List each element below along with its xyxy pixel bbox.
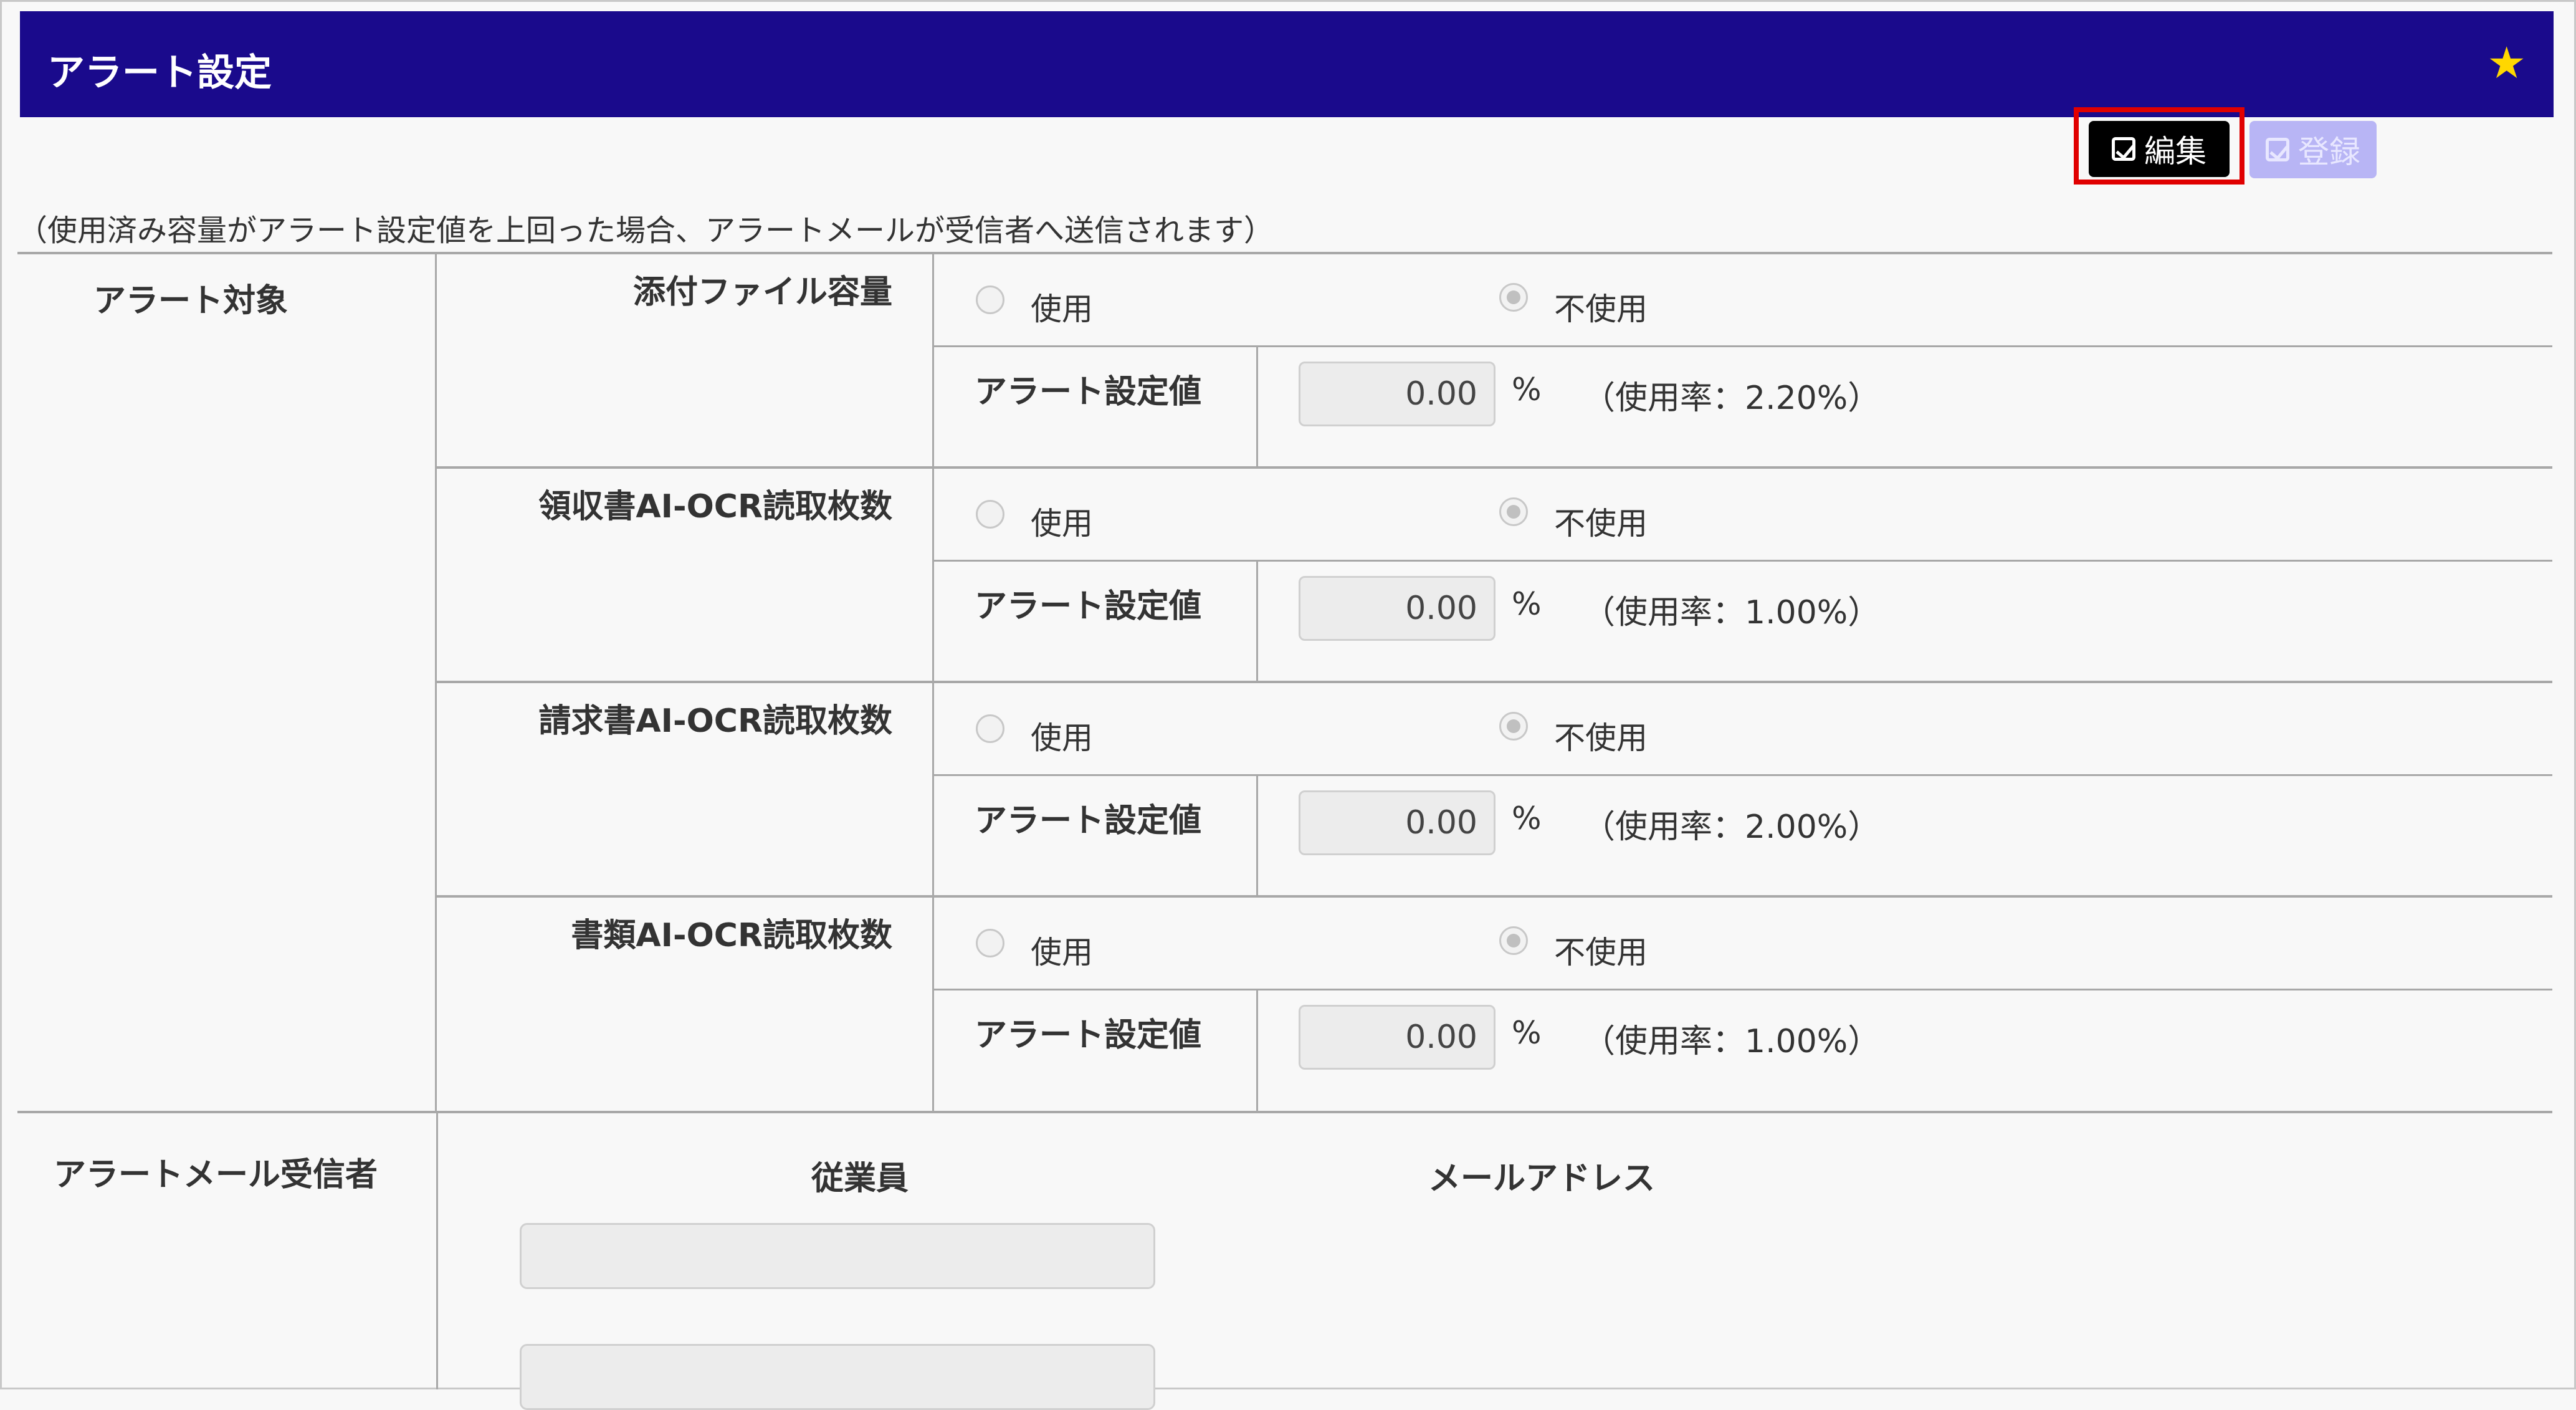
star-icon[interactable]: ★: [2487, 41, 2526, 85]
setting-value-label: アラート設定値: [975, 802, 1202, 840]
divider: [1256, 347, 1258, 468]
usage-rate: （使用率：2.00%）: [1583, 808, 1881, 846]
usage-rate: （使用率：1.00%）: [1583, 594, 1881, 631]
divider: [933, 989, 2552, 990]
register-button-label: 登録: [2298, 134, 2360, 170]
percent-unit: %: [1512, 1015, 1542, 1051]
divider: [932, 253, 934, 1113]
employee-input[interactable]: [520, 1344, 1155, 1410]
divider: [436, 895, 2552, 898]
percent-unit: %: [1512, 372, 1542, 408]
divider: [933, 774, 2552, 776]
radio-use[interactable]: [976, 929, 1004, 957]
radio-nouse[interactable]: [1499, 283, 1528, 312]
divider: [1256, 775, 1258, 896]
radio-nouse-label: 不使用: [1554, 291, 1648, 327]
edit-icon: [2112, 137, 2135, 161]
edit-button[interactable]: 編集: [2089, 121, 2230, 177]
column-employee: 従業員: [811, 1160, 909, 1197]
recipients-label: アラートメール受信者: [54, 1156, 378, 1194]
setting-value-label: アラート設定値: [975, 373, 1202, 411]
check-icon: [2266, 138, 2289, 161]
divider: [1256, 561, 1258, 682]
radio-nouse[interactable]: [1499, 712, 1528, 741]
title-bar: アラート設定 ★: [20, 11, 2554, 117]
radio-use-label: 使用: [1031, 291, 1093, 327]
percent-unit: %: [1512, 586, 1542, 622]
usage-rate: （使用率：2.20%）: [1583, 380, 1881, 417]
divider: [933, 345, 2552, 347]
alert-value-input[interactable]: 0.00: [1299, 576, 1496, 641]
divider: [436, 466, 2552, 469]
radio-use-label: 使用: [1031, 506, 1093, 542]
alert-value-input[interactable]: 0.00: [1299, 1005, 1496, 1070]
radio-nouse-label: 不使用: [1554, 506, 1648, 542]
radio-nouse[interactable]: [1499, 926, 1528, 955]
radio-nouse-label: 不使用: [1554, 934, 1648, 971]
divider: [17, 1111, 2552, 1113]
employee-input[interactable]: [520, 1223, 1155, 1289]
target-item-name: 書類AI-OCR読取枚数: [571, 917, 892, 954]
target-item-name: 請求書AI-OCR読取枚数: [538, 703, 892, 740]
target-item-name: 領収書AI-OCR読取枚数: [538, 488, 892, 525]
alert-value-input[interactable]: 0.00: [1299, 362, 1496, 426]
radio-nouse[interactable]: [1499, 497, 1528, 526]
radio-use[interactable]: [976, 714, 1004, 743]
radio-use-label: 使用: [1031, 720, 1093, 756]
alert-target-label: アラート対象: [93, 282, 289, 320]
radio-use-label: 使用: [1031, 934, 1093, 971]
page-title: アラート設定: [47, 51, 272, 95]
column-email: メールアドレス: [1428, 1160, 1656, 1197]
alert-value-input[interactable]: 0.00: [1299, 790, 1496, 855]
divider: [435, 253, 437, 1113]
percent-unit: %: [1512, 800, 1542, 837]
divider: [436, 1113, 438, 1389]
radio-nouse-label: 不使用: [1554, 720, 1648, 756]
divider: [17, 252, 2552, 254]
divider: [436, 681, 2552, 683]
divider: [933, 560, 2552, 562]
radio-use[interactable]: [976, 500, 1004, 529]
divider: [1256, 990, 1258, 1111]
setting-value-label: アラート設定値: [975, 1017, 1202, 1054]
usage-rate: （使用率：1.00%）: [1583, 1023, 1881, 1060]
register-button[interactable]: 登録: [2249, 121, 2377, 178]
edit-button-label: 編集: [2144, 133, 2206, 170]
alert-note: （使用済み容量がアラート設定値を上回った場合、アラートメールが受信者へ送信されま…: [17, 213, 1274, 248]
radio-use[interactable]: [976, 285, 1004, 314]
setting-value-label: アラート設定値: [975, 588, 1202, 625]
target-item-name: 添付ファイル容量: [632, 274, 892, 311]
